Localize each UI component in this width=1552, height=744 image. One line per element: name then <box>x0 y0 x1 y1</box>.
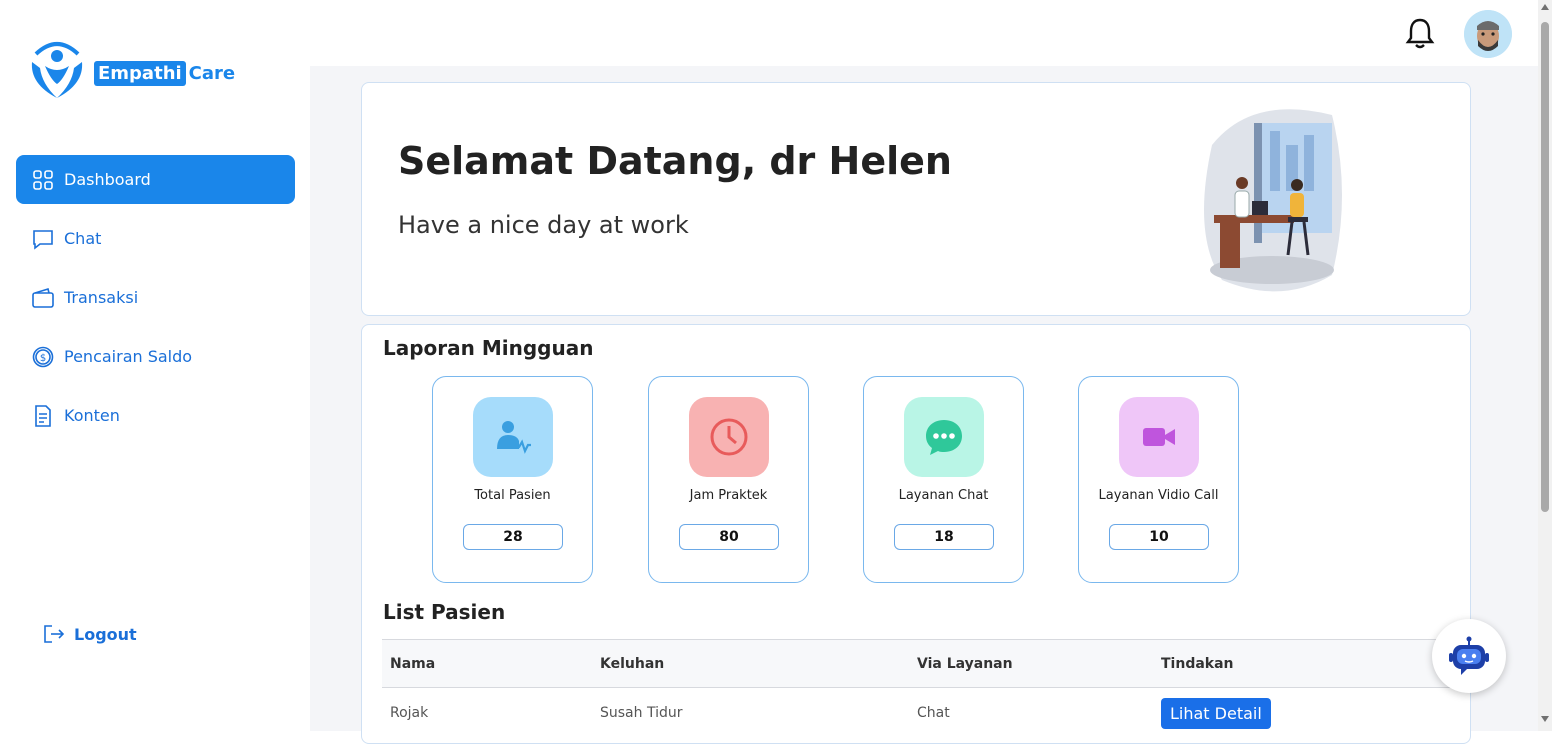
sidebar-item-chat[interactable]: Chat <box>16 214 295 263</box>
scroll-up-arrow-icon[interactable] <box>1541 4 1549 10</box>
brand-name-part2: Care <box>188 62 236 84</box>
stat-value: 10 <box>1109 524 1209 550</box>
logout-label: Logout <box>74 624 137 644</box>
stat-value: 28 <box>463 524 563 550</box>
table-header: Nama Keluhan Via Layanan Tindakan <box>382 639 1452 688</box>
logout-icon <box>44 625 65 643</box>
sidebar-item-label: Konten <box>64 406 120 425</box>
sidebar-item-label: Pencairan Saldo <box>64 347 193 366</box>
sidebar-item-konten[interactable]: Konten <box>16 391 295 440</box>
stat-value: 80 <box>679 524 779 550</box>
page-scrollbar[interactable] <box>1538 0 1552 731</box>
svg-text:$: $ <box>40 353 46 364</box>
stat-label: Layanan Vidio Call <box>1098 488 1219 503</box>
office-illustration <box>1192 105 1352 295</box>
sidebar-item-pencairan-saldo[interactable]: $ Pencairan Saldo <box>16 332 295 381</box>
video-camera-icon <box>1119 397 1199 477</box>
patient-icon <box>473 397 553 477</box>
clock-icon <box>689 397 769 477</box>
user-avatar[interactable] <box>1464 10 1512 58</box>
brand-logo[interactable]: Empathi Care <box>28 40 235 106</box>
stat-value: 18 <box>894 524 994 550</box>
stat-label: Total Pasien <box>474 488 551 503</box>
sidebar-nav: Dashboard Chat Transaksi $ Pencairan Sal… <box>16 155 295 450</box>
weekly-report-card: Laporan Mingguan Total Pasien 28 Jam Pra… <box>361 324 1471 744</box>
scrollbar-thumb[interactable] <box>1541 22 1549 512</box>
chat-dots-icon <box>904 397 984 477</box>
stat-card-layanan-vidio-call[interactable]: Layanan Vidio Call 10 <box>1078 376 1239 583</box>
sidebar-item-label: Transaksi <box>64 288 139 307</box>
sidebar-item-label: Chat <box>64 229 102 248</box>
weekly-report-title: Laporan Mingguan <box>383 336 594 360</box>
sidebar-item-label: Dashboard <box>64 170 151 189</box>
empathicare-logo-icon <box>28 40 86 106</box>
welcome-title: Selamat Datang, dr Helen <box>398 139 952 183</box>
brand-name-part1: Empathi <box>94 60 186 86</box>
scroll-down-arrow-icon[interactable] <box>1541 716 1549 722</box>
chat-bubble-icon <box>32 228 54 250</box>
stat-label: Layanan Chat <box>898 488 989 503</box>
logout-button[interactable]: Logout <box>42 622 137 646</box>
document-icon <box>32 404 54 427</box>
patient-list-title: List Pasien <box>383 600 506 624</box>
stat-card-total-pasien[interactable]: Total Pasien 28 <box>432 376 593 583</box>
cell-nama: Rojak <box>390 705 429 721</box>
grid-icon <box>32 169 54 191</box>
patient-table: Nama Keluhan Via Layanan Tindakan Rojak … <box>382 639 1452 738</box>
sidebar: Empathi Care Dashboard Chat Transaksi $ … <box>0 0 310 731</box>
chatbot-button[interactable] <box>1432 619 1506 693</box>
dollar-coin-icon: $ <box>32 346 54 368</box>
cell-keluhan: Susah Tidur <box>600 705 683 721</box>
column-header-tindakan: Tindakan <box>1161 655 1234 672</box>
stat-label: Jam Praktek <box>689 488 768 503</box>
bell-icon[interactable] <box>1404 16 1436 50</box>
welcome-subtitle: Have a nice day at work <box>398 211 689 239</box>
column-header-nama: Nama <box>390 655 436 672</box>
lihat-detail-button[interactable]: Lihat Detail <box>1161 697 1271 729</box>
cell-via-layanan: Chat <box>917 705 950 721</box>
stat-card-jam-praktek[interactable]: Jam Praktek 80 <box>648 376 809 583</box>
stat-card-layanan-chat[interactable]: Layanan Chat 18 <box>863 376 1024 583</box>
sidebar-item-dashboard[interactable]: Dashboard <box>16 155 295 204</box>
column-header-keluhan: Keluhan <box>600 655 665 672</box>
sidebar-item-transaksi[interactable]: Transaksi <box>16 273 295 322</box>
column-header-via-layanan: Via Layanan <box>917 655 1013 672</box>
robot-icon <box>1449 636 1489 675</box>
wallet-icon <box>32 287 54 309</box>
cell-tindakan: Lihat Detail <box>1153 697 1452 729</box>
welcome-card: Selamat Datang, dr Helen Have a nice day… <box>361 82 1471 316</box>
